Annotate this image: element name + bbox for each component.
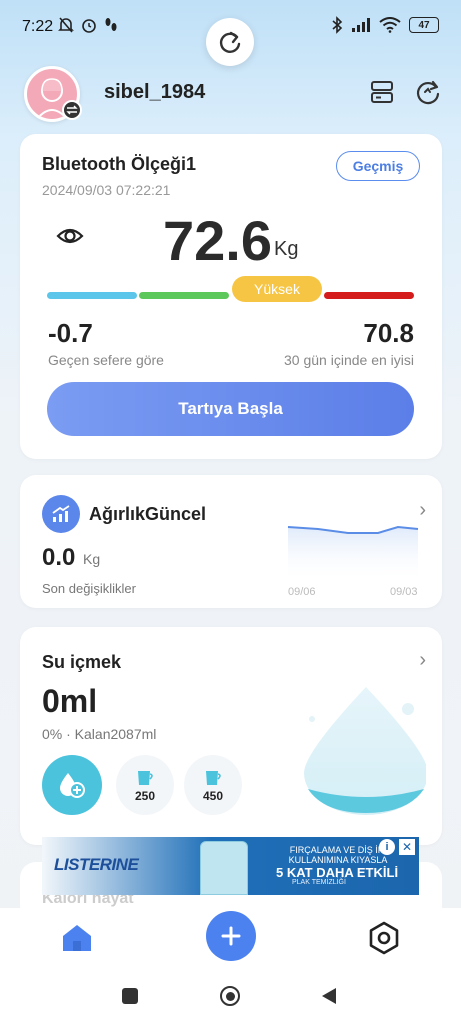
weight-unit: Kg bbox=[274, 238, 299, 260]
history-button[interactable]: Geçmiş bbox=[336, 151, 420, 181]
device-manager-icon[interactable] bbox=[368, 78, 396, 106]
water-card[interactable]: Su içmek › 0ml 0% · Kalan2087ml 250 450 bbox=[20, 627, 442, 845]
switch-user-button[interactable] bbox=[62, 100, 82, 120]
weight-trend-card[interactable]: AğırlıkGüncel › 0.0 Kg Son değişiklikler… bbox=[20, 475, 442, 608]
trend-label: Son değişiklikler bbox=[42, 581, 136, 596]
home-system-button[interactable] bbox=[220, 986, 240, 1006]
chevron-right-icon: › bbox=[419, 499, 426, 521]
username: sibel_1984 bbox=[104, 81, 206, 103]
best-value: 70.8 bbox=[363, 318, 414, 348]
ad-banner[interactable]: LISTERINE FIRÇALAMA VE DİŞ İPİ KULLANIMI… bbox=[42, 837, 419, 895]
best-label: 30 gün içinde en iyisi bbox=[284, 352, 414, 368]
home-icon[interactable] bbox=[60, 922, 94, 954]
recents-button[interactable] bbox=[122, 988, 138, 1004]
measurement-datetime: 2024/09/03 07:22:21 bbox=[42, 182, 171, 198]
back-button[interactable] bbox=[320, 986, 338, 1006]
system-nav-bar bbox=[0, 970, 461, 1024]
header: sibel_1984 bbox=[0, 62, 461, 126]
steps-icon bbox=[105, 18, 117, 31]
battery-indicator: 47 bbox=[409, 17, 439, 33]
chart-end-label: 09/03 bbox=[390, 586, 418, 598]
ad-info-icon[interactable]: i bbox=[379, 839, 395, 855]
ad-close-icon[interactable]: ✕ bbox=[399, 839, 415, 855]
settings-icon[interactable] bbox=[366, 920, 402, 956]
cup-icon bbox=[138, 771, 153, 785]
cup-250-button[interactable]: 250 bbox=[116, 755, 174, 815]
diff-label: Geçen sefere göre bbox=[48, 352, 164, 368]
ad-text-line2: 5 KAT DAHA ETKİLİ bbox=[276, 865, 399, 880]
water-drop-add-icon bbox=[60, 773, 85, 798]
bluetooth-icon bbox=[332, 16, 343, 34]
home-dot-icon bbox=[225, 991, 235, 1001]
cup-450-button[interactable]: 450 bbox=[184, 755, 242, 815]
ad-product-image bbox=[200, 841, 248, 895]
trend-up-icon bbox=[52, 505, 70, 522]
scale-title: Bluetooth Ölçeği1 bbox=[42, 154, 197, 174]
water-subtitle: 0% · Kalan2087ml bbox=[42, 726, 157, 742]
mute-icon bbox=[58, 17, 74, 33]
diff-value: -0.7 bbox=[48, 318, 93, 348]
level-bar-very-high bbox=[324, 292, 414, 299]
swap-icon bbox=[66, 105, 78, 115]
status-icons-right: 47 bbox=[331, 16, 439, 34]
cup-amount: 250 bbox=[134, 789, 156, 803]
start-weighing-button[interactable]: Tartıya Başla bbox=[47, 382, 414, 436]
eye-icon[interactable] bbox=[56, 222, 84, 250]
trend-mini-chart: 09/06 09/03 bbox=[287, 525, 419, 598]
chart-start-label: 09/06 bbox=[288, 586, 316, 598]
sync-button[interactable] bbox=[206, 18, 254, 66]
level-bar-low bbox=[47, 292, 137, 299]
status-time: 7:22 bbox=[22, 18, 54, 35]
wifi-icon bbox=[379, 17, 401, 33]
weight-value: 72.6 bbox=[163, 209, 272, 272]
plus-icon bbox=[221, 926, 241, 946]
cup-icon bbox=[206, 771, 221, 785]
signal-icon bbox=[352, 18, 370, 32]
chevron-right-icon: › bbox=[419, 649, 426, 671]
water-value: 0ml bbox=[42, 683, 98, 719]
refresh-icon bbox=[219, 31, 241, 53]
level-bar-normal bbox=[139, 292, 229, 299]
water-drop-illustration bbox=[304, 687, 426, 815]
scale-card: Bluetooth Ölçeği1 2024/09/03 07:22:21 Ge… bbox=[20, 134, 442, 459]
add-button[interactable] bbox=[206, 911, 256, 961]
trend-title: AğırlıkGüncel bbox=[89, 504, 207, 524]
bottom-nav bbox=[0, 908, 461, 970]
ad-text-line3: PLAK TEMİZLİĞİ bbox=[292, 879, 346, 886]
add-water-button[interactable] bbox=[42, 755, 102, 815]
cup-amount: 450 bbox=[202, 789, 224, 803]
level-badge: Yüksek bbox=[232, 276, 322, 302]
trend-icon-wrap bbox=[42, 495, 80, 533]
status-icons-left bbox=[58, 16, 118, 34]
alarm-icon bbox=[82, 19, 96, 33]
trend-unit: Kg bbox=[83, 551, 101, 567]
ad-brand: LISTERINE bbox=[54, 855, 139, 874]
sync-data-icon[interactable] bbox=[414, 78, 442, 106]
water-title: Su içmek bbox=[42, 652, 122, 672]
trend-value: 0.0 bbox=[42, 544, 76, 571]
